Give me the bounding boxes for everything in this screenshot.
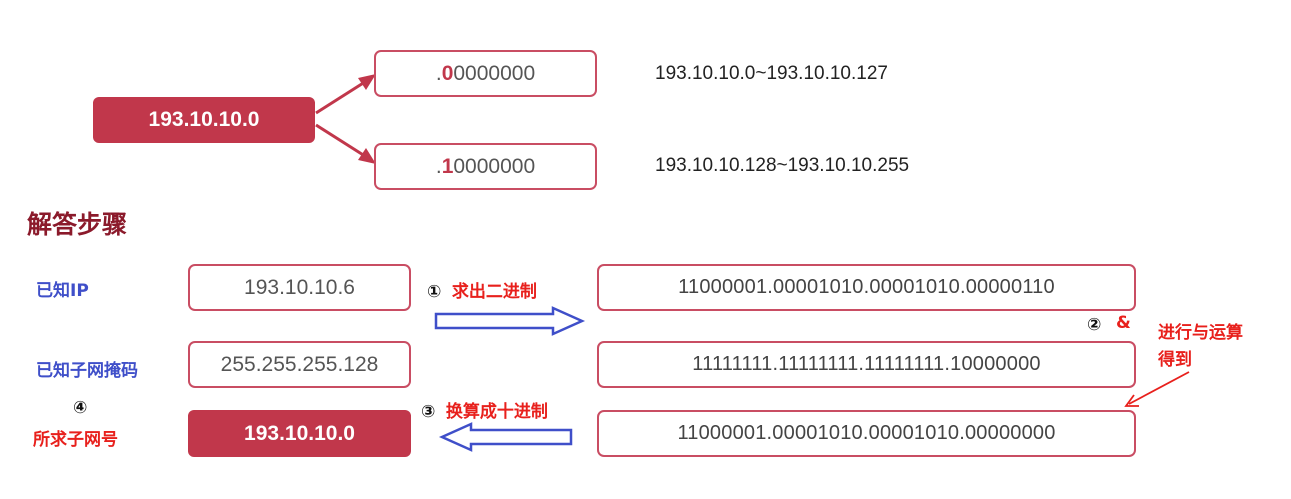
step2-marker: ② xyxy=(1087,315,1102,335)
ip-binary: 11000001.00001010.00001010.00000110 xyxy=(678,276,1055,298)
ip-binary-box: 11000001.00001010.00001010.00000110 xyxy=(597,264,1136,311)
step2-text-line1: 进行与运算 xyxy=(1158,323,1243,343)
result-binary-box: 11000001.00001010.00001010.00000000 xyxy=(597,410,1136,457)
result-binary: 11000001.00001010.00001010.00000000 xyxy=(677,422,1056,444)
right-arrow-icon xyxy=(434,306,586,336)
step2-text-line2: 得到 xyxy=(1158,350,1192,370)
left-arrow-icon xyxy=(438,422,573,452)
mask-binary: 11111111.11111111.11111111.10000000 xyxy=(692,353,1041,375)
mask-binary-box: 11111111.11111111.11111111.10000000 xyxy=(597,341,1136,388)
and-symbol: & xyxy=(1116,313,1131,333)
